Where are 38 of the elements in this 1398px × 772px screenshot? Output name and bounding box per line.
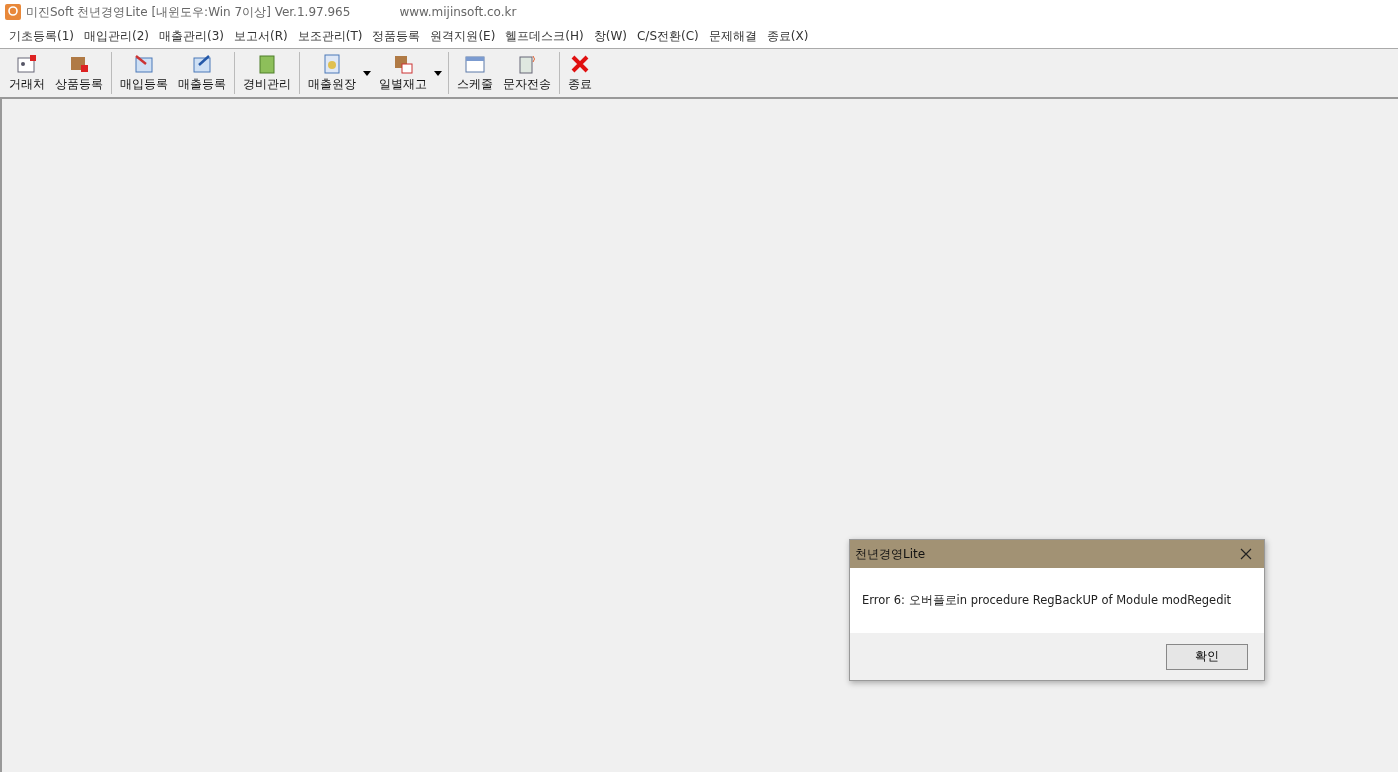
close-icon[interactable] [1240, 548, 1252, 560]
error-message: Error 6: 오버플로in procedure RegBackUP of Module modRegedit [862, 593, 1232, 608]
box-calendar-icon [392, 53, 414, 75]
menu-item[interactable]: 원격지원(E) [425, 27, 501, 45]
toolbar-button[interactable]: 경비관리 [238, 51, 296, 95]
menu-item[interactable]: 정품등록 [367, 27, 426, 45]
menu-item[interactable]: 매입관리(2) [79, 27, 154, 45]
dialog-title: 천년경영Lite [855, 545, 926, 563]
website-url: www.mijinsoft.co.kr [399, 5, 517, 19]
menu-item[interactable]: 종료(X) [761, 27, 814, 45]
ok-button[interactable]: 확인 [1166, 643, 1248, 670]
toolbar-button[interactable]: 상품등록 [50, 51, 108, 95]
toolbar-button[interactable]: 일별재고 [374, 51, 445, 95]
document-icon [321, 53, 343, 75]
toolbar-button[interactable]: 스케줄 [452, 51, 498, 95]
dropdown-caret-icon [363, 71, 371, 76]
menu-item[interactable]: 문제해결 [703, 27, 762, 45]
window-title: 미진Soft 천년경영Lite [내윈도우:Win 7이상] Ver.1.97.965 [26, 3, 351, 21]
menu-item[interactable]: 창(W) [588, 27, 632, 45]
toolbar-button[interactable]: 거래처 [4, 51, 50, 95]
toolbar-button[interactable]: 매입등록 [115, 51, 173, 95]
grid-arrow-icon [191, 53, 213, 75]
menu-item[interactable]: 보조관리(T) [292, 27, 368, 45]
toolbar-button[interactable]: 매출원장 [303, 51, 374, 95]
contact-card-icon [16, 53, 38, 75]
toolbar-button[interactable]: 문자전송 [498, 51, 556, 95]
dropdown-caret-icon [434, 71, 442, 76]
menu-item[interactable]: 보고서(R) [229, 27, 293, 45]
close-icon [569, 53, 591, 75]
grid-arrow-icon [133, 53, 155, 75]
menu-item[interactable]: 기초등록(1) [4, 27, 79, 45]
toolbar-button[interactable]: 매출등록 [173, 51, 231, 95]
app-logo-icon [5, 4, 21, 20]
calendar-icon [464, 53, 486, 75]
toolbar-button[interactable]: 종료 [563, 51, 597, 95]
menu-item[interactable]: 매출관리(3) [154, 27, 229, 45]
menu-item[interactable]: 헬프데스크(H) [500, 27, 589, 45]
menu-item[interactable]: C/S전환(C) [632, 27, 704, 45]
